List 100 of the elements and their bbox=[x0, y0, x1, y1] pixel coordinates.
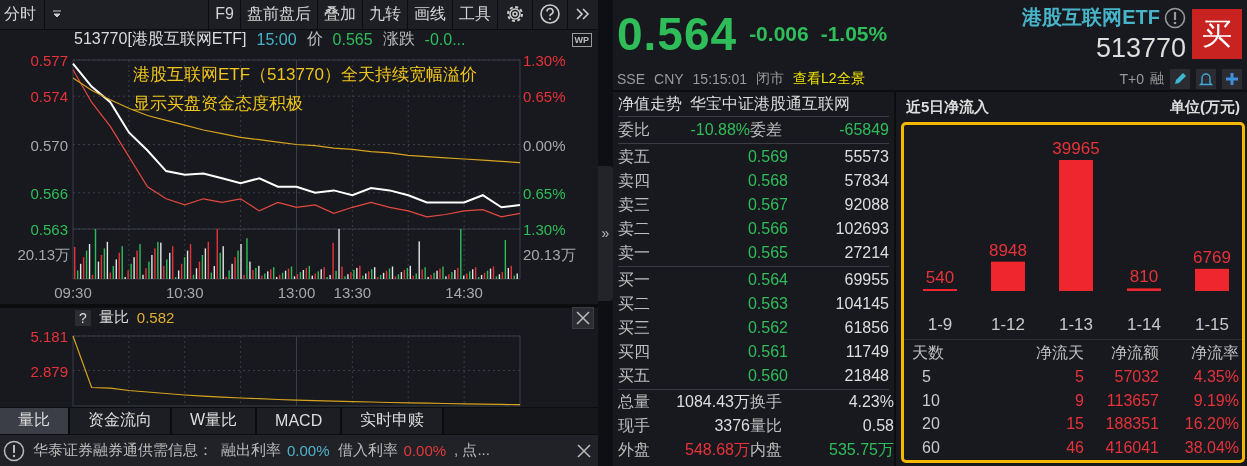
symbol-name: 513770[港股互联网ETF] bbox=[74, 29, 247, 50]
table-cell-text: 9 bbox=[1074, 391, 1084, 410]
axis-label: 0.574 bbox=[30, 87, 68, 105]
table-cell-text: 16.20% bbox=[1183, 415, 1239, 434]
market-status: 闭市 bbox=[756, 70, 785, 88]
security-name: 港股互联网ETF bbox=[1022, 5, 1160, 30]
axis-label: 10:30 bbox=[166, 283, 204, 301]
category-label: 1-15 bbox=[1195, 315, 1229, 334]
level-price: 0.568 bbox=[746, 172, 788, 190]
field-label: 换手 bbox=[750, 391, 783, 412]
quote-time: 15:15:01 bbox=[692, 71, 748, 87]
level-price: 0.561 bbox=[746, 343, 788, 361]
level-volume: 69955 bbox=[843, 271, 889, 289]
index-name: 华宝中证港股通互联网 bbox=[690, 93, 850, 114]
table-cell-text: 188351 bbox=[1104, 415, 1159, 434]
level-price: 0.566 bbox=[746, 220, 788, 238]
field-value: 3376 bbox=[713, 417, 750, 435]
level-label: 卖一 bbox=[618, 242, 651, 263]
field-value: 1084.43万 bbox=[675, 391, 750, 412]
quote-time: 15:00 bbox=[256, 30, 297, 49]
trade-tag: T+0 bbox=[1119, 71, 1144, 87]
level-price: 0.564 bbox=[746, 271, 788, 289]
data-label: 540 bbox=[925, 268, 955, 287]
field-label: 内盘 bbox=[750, 439, 783, 460]
level-label: 买三 bbox=[618, 317, 651, 338]
field-value: 0.58 bbox=[861, 417, 894, 435]
field-label: 委差 bbox=[750, 119, 783, 140]
price-label: 价 bbox=[306, 29, 323, 50]
axis-label: 0.566 bbox=[30, 184, 68, 202]
table-cell-text: 10 bbox=[921, 391, 941, 410]
axis-label: 14:30 bbox=[445, 283, 483, 301]
data-label: 6769 bbox=[1193, 247, 1231, 267]
axis-label: 0.65% bbox=[523, 184, 566, 202]
column-header: 净流天 bbox=[1035, 343, 1084, 364]
level-label: 卖四 bbox=[618, 170, 651, 191]
level-label: 卖二 bbox=[618, 218, 651, 239]
axis-label: 0.577 bbox=[30, 51, 68, 69]
category-label: 1-9 bbox=[927, 315, 953, 334]
level-volume: 61856 bbox=[843, 319, 889, 337]
change-value: -0.0... bbox=[424, 30, 466, 49]
axis-label: 20.13万 bbox=[523, 245, 576, 263]
axis-label: 0.570 bbox=[30, 136, 68, 154]
level-label: 卖三 bbox=[618, 194, 651, 215]
axis-label: 5.181 bbox=[30, 327, 68, 345]
field-label: 外盘 bbox=[618, 439, 651, 460]
axis-label: 20.13万 bbox=[17, 245, 70, 263]
axis-label: 0.65% bbox=[523, 87, 566, 105]
notice-text: 华泰证券融券通供需信息： bbox=[33, 441, 213, 461]
data-label: 39965 bbox=[1052, 139, 1100, 158]
field-label: 现手 bbox=[618, 415, 651, 436]
table-cell-text: 15 bbox=[1065, 415, 1084, 434]
level-price: 0.567 bbox=[746, 196, 788, 214]
axis-label: 13:30 bbox=[333, 283, 372, 301]
last-price: 0.564 bbox=[617, 7, 738, 61]
field-value: 4.23% bbox=[847, 393, 894, 411]
level-volume: 11749 bbox=[844, 343, 889, 361]
level-volume: 102693 bbox=[834, 220, 889, 238]
level-volume: 92088 bbox=[843, 196, 889, 214]
rate-label: 融出利率 bbox=[221, 441, 281, 461]
field-value: -65849 bbox=[838, 121, 889, 139]
field-label: 量比 bbox=[750, 415, 783, 436]
field-value: -10.88% bbox=[689, 121, 750, 139]
exchange-label: SSE bbox=[617, 71, 645, 87]
axis-label: 13:00 bbox=[277, 283, 316, 301]
rate-value: 0.00% bbox=[403, 442, 447, 460]
change-percent: -1.05% bbox=[820, 22, 888, 46]
table-cell-text: 416041 bbox=[1104, 438, 1159, 457]
panel-title: 近5日净流入 bbox=[906, 97, 990, 117]
security-code: 513770 bbox=[1095, 33, 1186, 64]
table-cell-text: 5 bbox=[1074, 368, 1084, 387]
level-volume: 57834 bbox=[843, 172, 889, 190]
table-cell-text: 9.19% bbox=[1192, 391, 1239, 410]
table-cell-text: 60 bbox=[921, 438, 941, 457]
category-label: 1-13 bbox=[1059, 315, 1093, 334]
axis-label: 09:30 bbox=[54, 283, 92, 301]
field-value: 548.68万 bbox=[684, 439, 750, 460]
indicator-value: 0.582 bbox=[136, 309, 175, 327]
indicator-name: 量比 bbox=[98, 308, 129, 328]
unit-label: 单位(万元) bbox=[1170, 97, 1240, 117]
level-label: 买二 bbox=[618, 293, 651, 314]
column-header: 天数 bbox=[911, 343, 945, 364]
level-volume: 21848 bbox=[843, 367, 889, 385]
axis-label: 1.30% bbox=[523, 51, 566, 69]
table-cell-text: 46 bbox=[1065, 438, 1084, 457]
table-cell-text: 20 bbox=[921, 415, 941, 434]
rate-label: 借入利率 bbox=[337, 441, 398, 461]
axis-label: 0.563 bbox=[30, 220, 68, 238]
table-cell-text: 57032 bbox=[1113, 368, 1159, 387]
category-label: 1-12 bbox=[991, 315, 1025, 334]
level-volume: 104145 bbox=[834, 295, 889, 313]
field-value: 535.75万 bbox=[828, 439, 894, 460]
change-label: 涨跌 bbox=[382, 29, 415, 50]
level-label: 卖五 bbox=[618, 146, 651, 167]
trade-tag: 融 bbox=[1150, 70, 1164, 88]
table-cell-text: 4.35% bbox=[1192, 368, 1239, 387]
field-label: 总量 bbox=[618, 391, 651, 412]
level-volume: 55573 bbox=[843, 148, 889, 166]
notice-more: , 点... bbox=[454, 441, 490, 461]
price-value: 0.565 bbox=[332, 30, 373, 49]
level-label: 买五 bbox=[618, 365, 651, 386]
